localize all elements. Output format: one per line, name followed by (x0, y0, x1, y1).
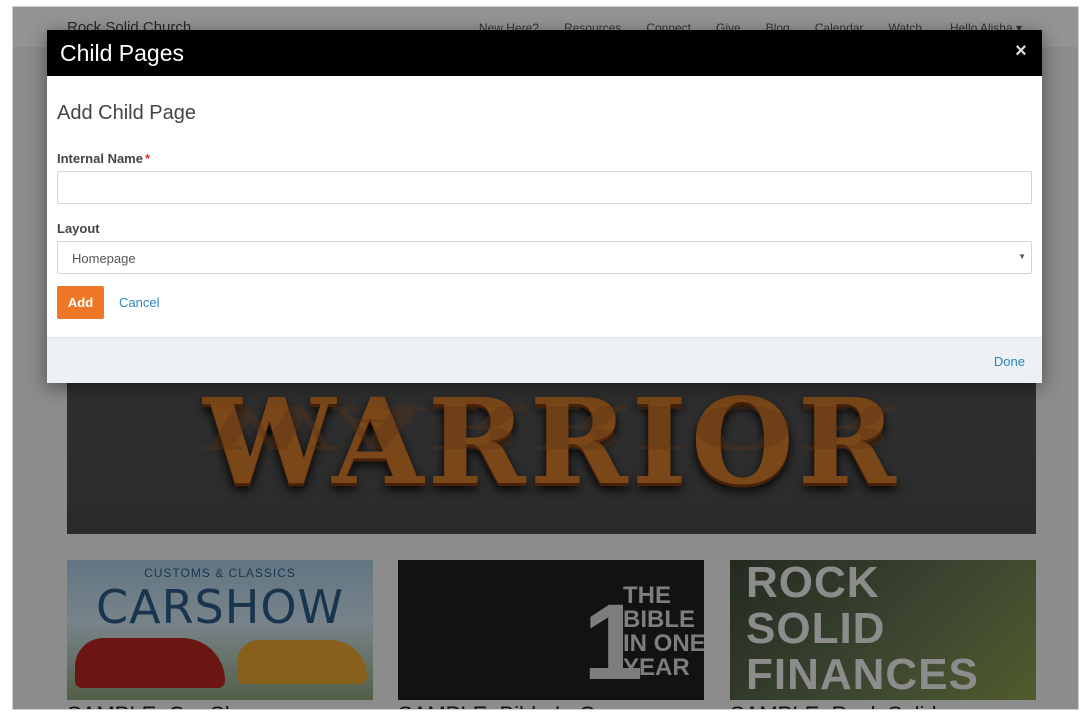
layout-label: Layout (57, 221, 100, 236)
modal-title: Child Pages (60, 40, 185, 66)
child-pages-modal: Child Pages × Add Child Page Internal Na… (47, 30, 1042, 383)
done-link[interactable]: Done (994, 354, 1025, 369)
internal-name-label: Internal Name * (57, 151, 150, 166)
layout-select[interactable]: Homepage ▼ (57, 241, 1032, 274)
internal-name-label-text: Internal Name (57, 151, 143, 166)
modal-header: Child Pages × (47, 30, 1042, 76)
add-button[interactable]: Add (57, 286, 104, 319)
modal-footer: Done (47, 337, 1042, 383)
close-icon[interactable]: × (1010, 40, 1032, 62)
caret-down-icon: ▼ (1018, 252, 1026, 261)
layout-selected-value: Homepage (72, 251, 136, 266)
required-indicator: * (144, 151, 151, 166)
internal-name-input[interactable] (57, 171, 1032, 204)
cancel-link[interactable]: Cancel (119, 295, 159, 310)
modal-body: Add Child Page Internal Name * Layout Hom… (47, 76, 1042, 337)
browser-viewport: Rock Solid Church New Here? Resources Co… (12, 6, 1079, 710)
section-title: Add Child Page (57, 102, 196, 124)
